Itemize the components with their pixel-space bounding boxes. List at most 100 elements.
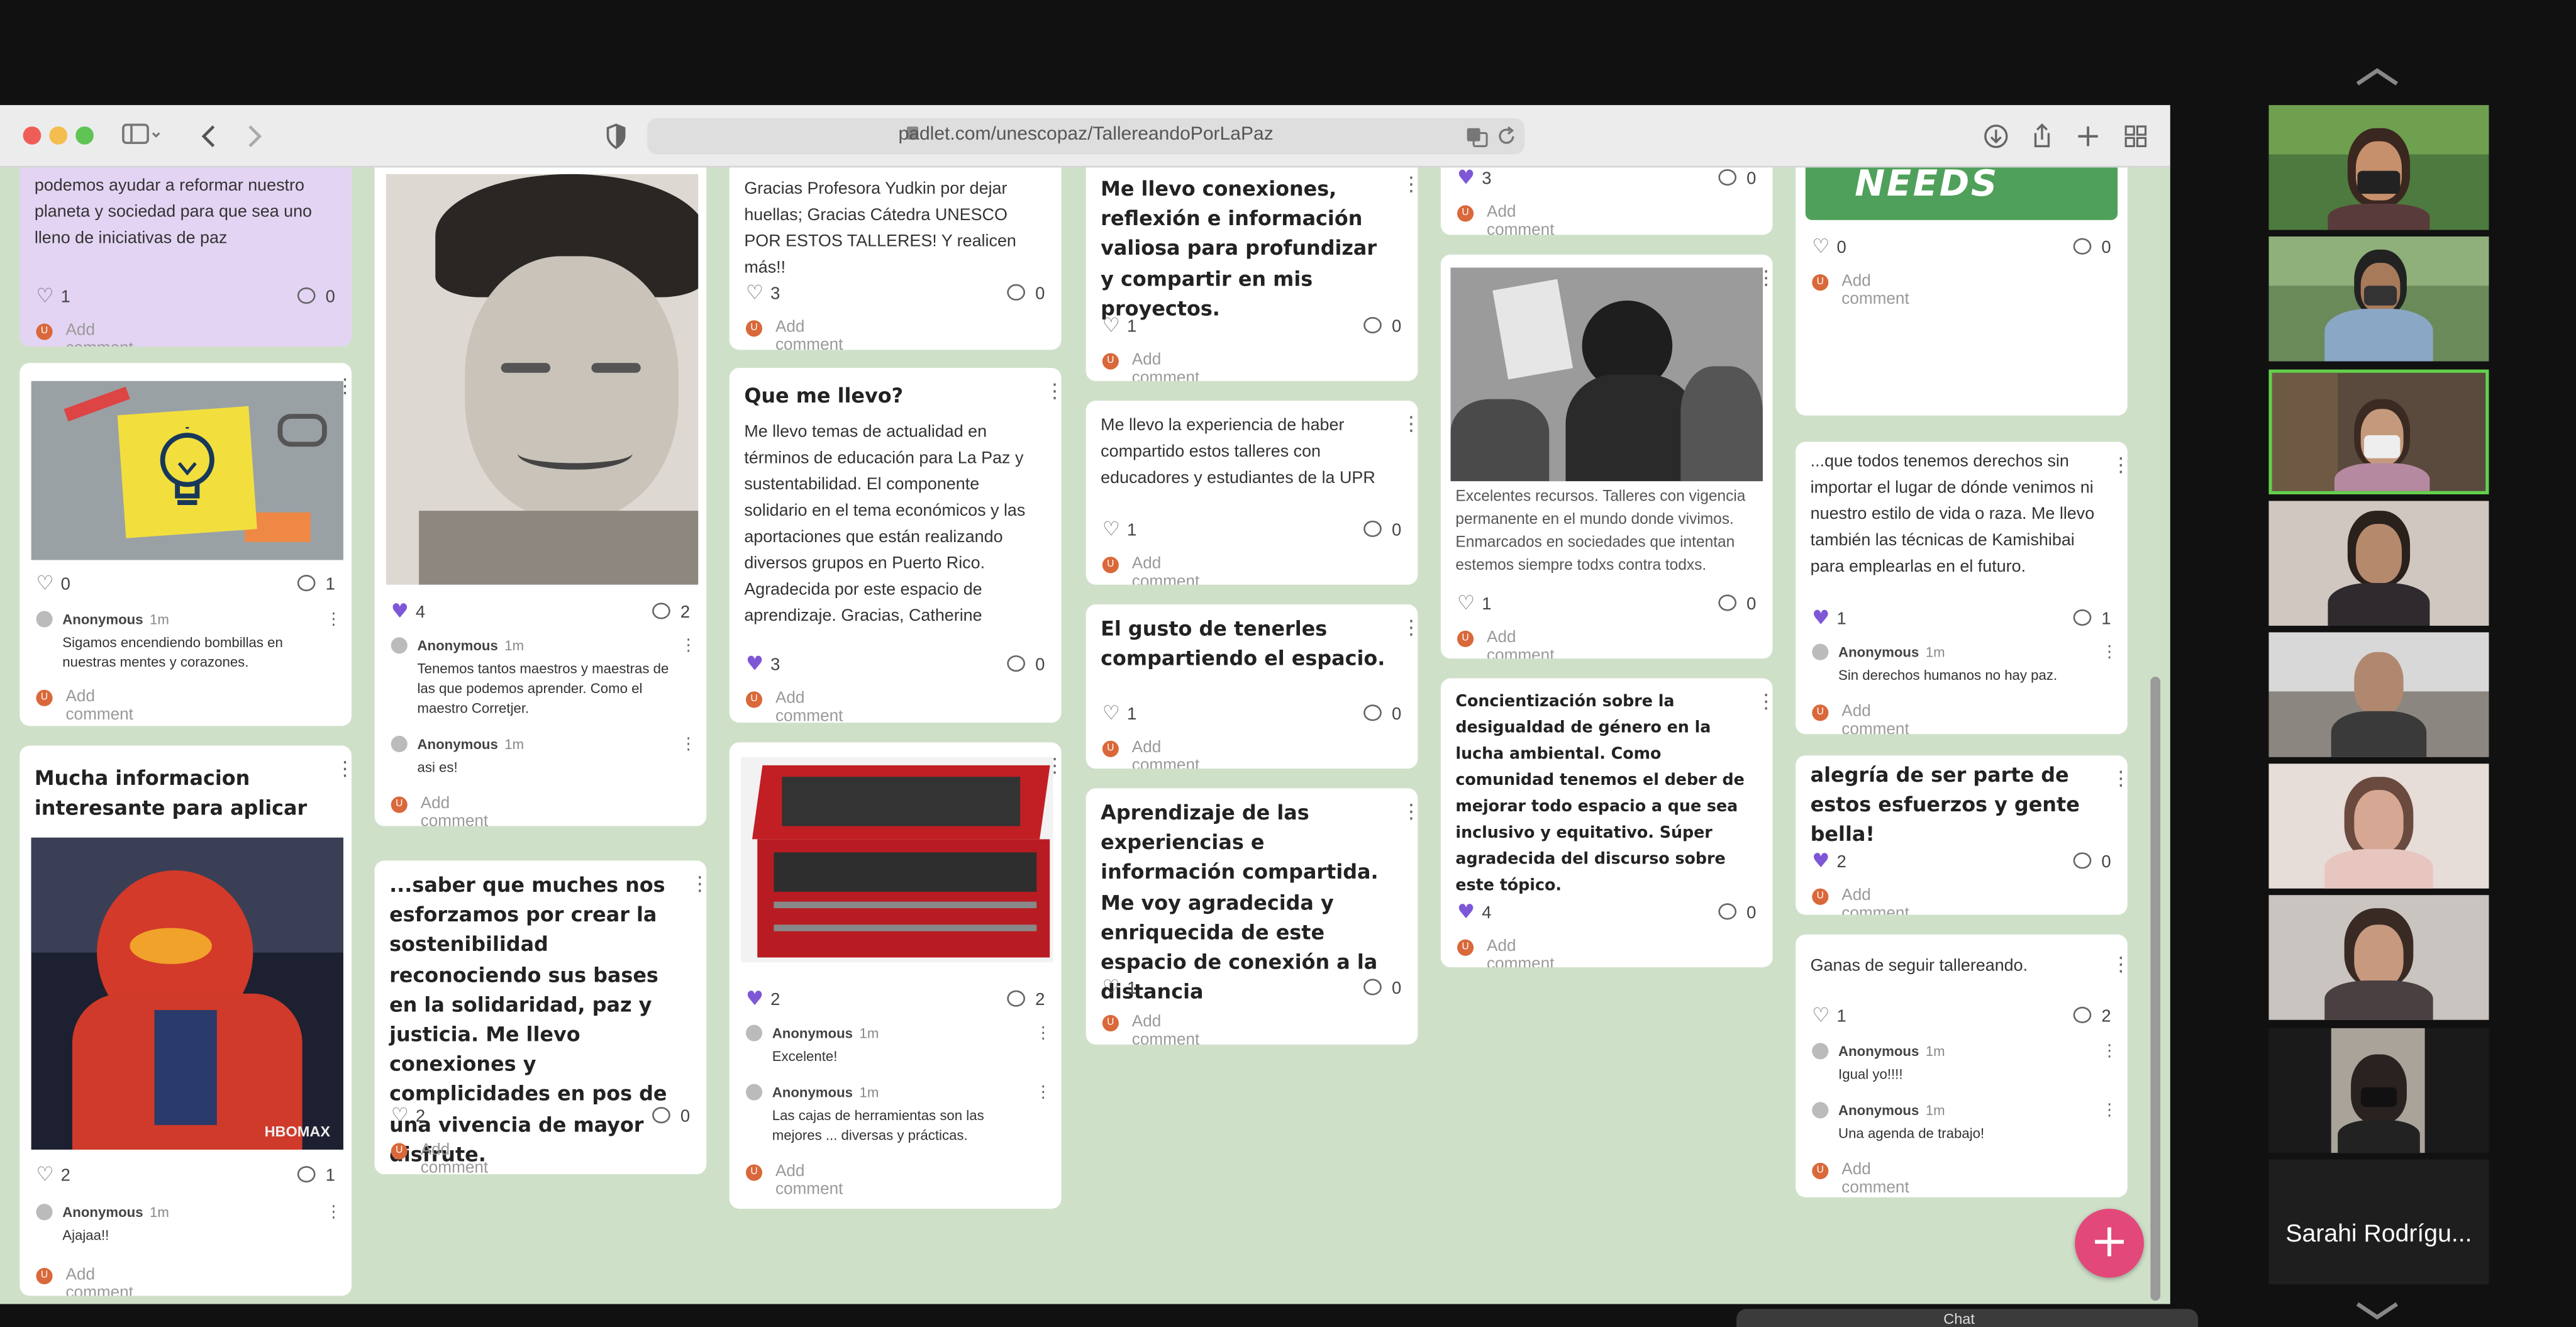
comment-options-icon[interactable]: ⋮	[680, 736, 696, 754]
comment-icon[interactable]	[1007, 655, 1026, 672]
heart-icon[interactable]: ♡	[1812, 236, 1829, 258]
comment-icon[interactable]	[1718, 903, 1737, 920]
post-card[interactable]: ⋮ ♡ 0 1 Anonymous 1m	[19, 363, 352, 726]
participant-video-tile[interactable]	[2268, 1028, 2489, 1153]
comment-icon[interactable]	[297, 574, 316, 592]
more-options-icon[interactable]: ⋮	[2111, 954, 2128, 974]
comment-options-icon[interactable]: ⋮	[2101, 1043, 2118, 1061]
comment-icon[interactable]	[1007, 990, 1026, 1007]
post-card[interactable]: Mucha informacion interesante para aplic…	[19, 745, 352, 1296]
comment-options-icon[interactable]: ⋮	[1035, 1084, 1052, 1102]
share-icon[interactable]	[2031, 120, 2054, 161]
zoom-window-button[interactable]	[75, 126, 94, 145]
add-post-button[interactable]: +	[2075, 1208, 2144, 1278]
tab-overview-icon[interactable]	[2124, 120, 2148, 161]
participant-video-tile-active-speaker[interactable]	[2268, 369, 2489, 495]
comment-icon[interactable]	[2073, 1006, 2092, 1023]
heart-icon[interactable]: ♡	[36, 285, 53, 307]
new-tab-icon[interactable]	[2077, 120, 2100, 161]
heart-icon[interactable]: ♥	[1812, 607, 1829, 629]
post-card[interactable]: ♥ 3 0 U Add comment	[1440, 167, 1773, 235]
comment-icon[interactable]	[297, 287, 316, 304]
participant-video-tile[interactable]	[2268, 763, 2489, 889]
heart-icon[interactable]: ♥	[1812, 850, 1829, 872]
vertical-scrollbar[interactable]	[2150, 676, 2161, 1301]
comment-options-icon[interactable]: ⋮	[1035, 1025, 1052, 1043]
translate-icon[interactable]	[1465, 125, 1489, 156]
post-card[interactable]: Que me llevo? ⋮ Me llevo temas de actual…	[729, 367, 1062, 723]
comment-options-icon[interactable]: ⋮	[325, 611, 341, 629]
heart-icon[interactable]: ♡	[36, 572, 53, 594]
comment-icon[interactable]	[2073, 852, 2092, 869]
post-card[interactable]: alegría de ser parte de estos esfuerzos …	[1796, 755, 2128, 915]
participant-video-tile[interactable]	[2268, 632, 2489, 757]
post-card[interactable]: ♥ 4 2 Anonymous 1m ⋮ Tenemos tantos maestr…	[374, 167, 707, 826]
heart-icon[interactable]: ♡	[36, 1163, 53, 1185]
more-options-icon[interactable]: ⋮	[1401, 801, 1418, 821]
heart-icon[interactable]: ♡	[1102, 518, 1120, 540]
heart-icon[interactable]: ♥	[746, 988, 763, 1010]
participant-video-tile[interactable]	[2268, 895, 2489, 1020]
comment-options-icon[interactable]: ⋮	[680, 637, 696, 655]
post-card[interactable]: NEEDS ♡ 0 0 U Add comment	[1796, 167, 2128, 416]
comment-icon[interactable]	[652, 1107, 670, 1124]
comment-options-icon[interactable]: ⋮	[2101, 1102, 2118, 1120]
forward-icon[interactable]	[245, 120, 264, 161]
comment-icon[interactable]	[1363, 704, 1382, 721]
padlet-board[interactable]: podemos ayudar a reformar nuestro planet…	[0, 167, 2170, 1304]
more-options-icon[interactable]: ⋮	[335, 758, 352, 778]
post-card[interactable]: ⋮ Excelentes recursos. Talleres con vige…	[1440, 254, 1773, 659]
post-card[interactable]: Gracias Profesora Yudkin por dejar huell…	[729, 167, 1062, 350]
address-bar[interactable]: padlet.com/unescopaz/TallereandoPorLaPaz	[647, 118, 1525, 156]
post-card[interactable]: Me llevo la experiencia de haber compart…	[1085, 401, 1418, 585]
more-options-icon[interactable]: ⋮	[2111, 455, 2128, 474]
comment-options-icon[interactable]: ⋮	[325, 1204, 341, 1222]
post-card[interactable]: ...saber que muches nos esforzamos por c…	[374, 860, 707, 1175]
comment-icon[interactable]	[1363, 520, 1382, 537]
comment-icon[interactable]	[1718, 169, 1737, 186]
heart-icon[interactable]: ♥	[1457, 167, 1475, 189]
post-card[interactable]: Aprendizaje de las experiencias e inform…	[1085, 788, 1418, 1045]
minimize-window-button[interactable]	[49, 126, 68, 145]
sidebar-toggle-icon[interactable]	[121, 118, 161, 159]
participant-video-tile[interactable]	[2268, 236, 2489, 362]
participant-video-tile[interactable]	[2268, 501, 2489, 626]
post-card[interactable]: El gusto de tenerles compartiendo el esp…	[1085, 604, 1418, 769]
comment-icon[interactable]	[297, 1166, 316, 1183]
post-card[interactable]: podemos ayudar a reformar nuestro planet…	[19, 167, 352, 347]
comment-icon[interactable]	[652, 602, 670, 619]
back-icon[interactable]	[199, 120, 218, 161]
download-icon[interactable]	[1983, 120, 2009, 161]
heart-icon[interactable]: ♡	[1102, 976, 1120, 999]
heart-icon[interactable]: ♥	[1457, 901, 1475, 923]
more-options-icon[interactable]: ⋮	[2111, 769, 2128, 788]
post-card[interactable]: Concientización sobre la desigualdad de …	[1440, 678, 1773, 968]
heart-icon[interactable]: ♡	[1812, 1004, 1829, 1026]
chat-panel-bar[interactable]: Chat	[1736, 1309, 2199, 1327]
heart-icon[interactable]: ♡	[1102, 314, 1120, 336]
heart-icon[interactable]: ♡	[746, 282, 763, 304]
more-options-icon[interactable]: ⋮	[1756, 691, 1772, 711]
heart-icon[interactable]: ♡	[1102, 702, 1120, 725]
participant-name-tile[interactable]: Sarahi Rodrígu...	[2268, 1159, 2489, 1285]
heart-icon[interactable]: ♥	[391, 600, 409, 623]
comment-icon[interactable]	[1007, 284, 1026, 301]
comment-icon[interactable]	[1363, 979, 1382, 996]
privacy-shield-icon[interactable]	[604, 120, 628, 161]
comment-options-icon[interactable]: ⋮	[2101, 644, 2118, 662]
scroll-down-chevron-icon[interactable]	[2354, 1299, 2400, 1323]
reload-icon[interactable]	[1497, 125, 1516, 156]
participant-video-tile[interactable]	[2268, 105, 2489, 230]
heart-icon[interactable]: ♥	[746, 653, 763, 675]
post-card[interactable]: Me llevo conexiones, reflexión e informa…	[1085, 167, 1418, 381]
post-card[interactable]: Ganas de seguir tallereando. ⋮ ♡ 1 2 Anon…	[1796, 934, 2128, 1197]
post-card[interactable]: ⋮ ♥ 2 2 Anonymous 1m	[729, 742, 1062, 1209]
post-card[interactable]: ...que todos tenemos derechos sin import…	[1796, 441, 2128, 735]
more-options-icon[interactable]: ⋮	[1401, 618, 1418, 637]
heart-icon[interactable]: ♡	[391, 1104, 409, 1126]
comment-icon[interactable]	[2073, 609, 2092, 626]
more-options-icon[interactable]: ⋮	[1045, 381, 1061, 401]
comment-icon[interactable]	[1718, 594, 1737, 611]
close-window-button[interactable]	[23, 126, 42, 145]
scroll-up-chevron-icon[interactable]	[2354, 65, 2400, 89]
